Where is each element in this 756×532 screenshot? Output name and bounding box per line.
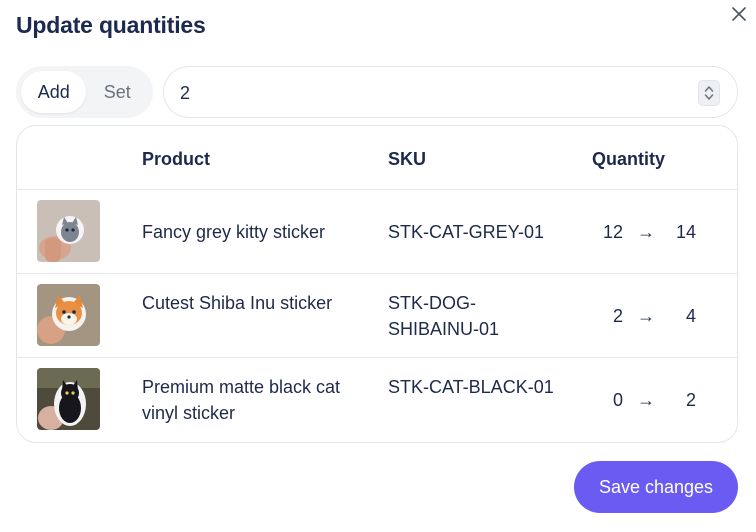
mode-option-set[interactable]: Set: [86, 71, 148, 113]
table-header: Product SKU Quantity: [17, 126, 737, 190]
quantity-change: 2 → 4: [17, 303, 737, 329]
save-changes-button[interactable]: Save changes: [574, 461, 738, 513]
table-row: Cutest Shiba Inu sticker STK-DOG-SHIBAIN…: [17, 274, 737, 358]
quantity-to: 14: [675, 222, 696, 242]
mode-toggle: Add Set: [16, 66, 153, 118]
products-table: Product SKU Quantity Fancy grey kitty st…: [16, 125, 738, 443]
quantity-to: 2: [685, 390, 696, 410]
quantity-to: 4: [685, 306, 696, 326]
chevron-up-down-icon: [704, 86, 714, 100]
quantity-from: 2: [612, 306, 623, 326]
table-row: Fancy grey kitty sticker STK-CAT-GREY-01…: [17, 190, 737, 274]
quantity-input[interactable]: [180, 81, 660, 105]
arrow-right-icon: →: [637, 306, 655, 326]
column-header-product: Product: [142, 149, 211, 169]
table-row: Premium matte black cat vinyl sticker ST…: [17, 358, 737, 442]
close-icon: [732, 7, 746, 21]
quantity-change: 12 → 14: [17, 219, 737, 245]
column-header-sku: SKU: [388, 149, 427, 169]
quantity-stepper[interactable]: [698, 80, 720, 106]
quantity-from: 12: [602, 222, 623, 242]
quantity-from: 0: [612, 390, 623, 410]
close-button[interactable]: [729, 4, 749, 24]
quantity-change: 0 → 2: [17, 387, 737, 413]
dialog-title: Update quantities: [16, 12, 206, 38]
mode-option-add[interactable]: Add: [21, 71, 87, 113]
column-header-quantity: Quantity: [592, 149, 666, 169]
arrow-right-icon: →: [637, 390, 655, 410]
quantity-field: [163, 66, 738, 118]
update-quantities-dialog: Update quantities Add Set Product SKU Qu…: [0, 0, 756, 532]
arrow-right-icon: →: [637, 222, 655, 242]
